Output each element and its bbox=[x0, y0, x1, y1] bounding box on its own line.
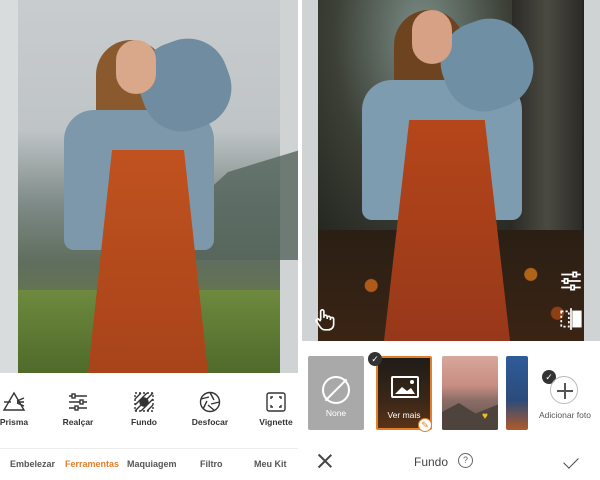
tools-toolbar: Prisma Realçar Fundo Desfocar Vignette bbox=[0, 378, 298, 438]
pencil-icon[interactable]: ✎ bbox=[418, 418, 432, 432]
tool-label: Fundo bbox=[131, 417, 157, 427]
add-photo-button[interactable]: ✓ Adicionar foto bbox=[530, 356, 600, 430]
aperture-icon bbox=[199, 391, 221, 413]
hand-pointer-icon[interactable] bbox=[312, 306, 338, 332]
page-title: Fundo bbox=[414, 455, 449, 469]
close-icon[interactable] bbox=[316, 452, 334, 470]
none-icon bbox=[322, 376, 350, 404]
tab-ferramentas[interactable]: Ferramentas bbox=[65, 459, 119, 469]
right-panel: None Ver mais ✓ ✎ ♥ ✓ Adicionar foto Fun… bbox=[302, 0, 600, 480]
tab-filtro[interactable]: Filtro bbox=[200, 459, 223, 469]
tool-label: Desfocar bbox=[191, 417, 229, 427]
plus-icon bbox=[550, 376, 578, 404]
thumb-rainbow[interactable] bbox=[506, 356, 528, 430]
prism-icon bbox=[2, 391, 26, 411]
original-photo bbox=[0, 0, 298, 373]
check-icon: ✓ bbox=[368, 352, 382, 366]
heart-icon: ♥ bbox=[482, 411, 488, 422]
image-icon bbox=[391, 376, 419, 398]
help-icon[interactable]: ? bbox=[458, 453, 473, 468]
thumb-label: None bbox=[325, 408, 347, 418]
category-tabs: Embelezar Ferramentas Maquiagem Filtro M… bbox=[0, 448, 298, 476]
left-panel: Prisma Realçar Fundo Desfocar Vignette E… bbox=[0, 0, 298, 480]
sliders-icon bbox=[69, 393, 87, 411]
tab-embelezar[interactable]: Embelezar bbox=[10, 459, 55, 469]
tab-meu-kit[interactable]: Meu Kit bbox=[254, 459, 287, 469]
vignette-icon bbox=[266, 392, 286, 412]
tool-label: Vignette bbox=[259, 417, 293, 427]
tool-desfocar[interactable]: Desfocar bbox=[180, 378, 240, 438]
tool-vignette[interactable]: Vignette bbox=[246, 378, 306, 438]
compare-icon[interactable] bbox=[558, 306, 584, 332]
edited-photo bbox=[302, 0, 600, 341]
tool-prisma[interactable]: Prisma bbox=[0, 378, 44, 438]
thumb-none[interactable]: None bbox=[308, 356, 364, 430]
bottom-action-bar: Fundo ? bbox=[302, 448, 600, 476]
tool-fundo[interactable]: Fundo bbox=[114, 378, 174, 438]
tool-realcar[interactable]: Realçar bbox=[48, 378, 108, 438]
tool-label: Realçar bbox=[62, 417, 94, 427]
apply-check-icon[interactable] bbox=[564, 452, 584, 470]
background-thumbnails: None Ver mais ✓ ✎ ♥ ✓ Adicionar foto bbox=[302, 352, 600, 434]
add-photo-label: Adicionar foto bbox=[539, 410, 591, 420]
tool-label: Prisma bbox=[0, 417, 29, 427]
sliders-icon[interactable] bbox=[558, 268, 584, 294]
tab-maquiagem[interactable]: Maquiagem bbox=[127, 459, 177, 469]
background-icon bbox=[134, 392, 154, 412]
